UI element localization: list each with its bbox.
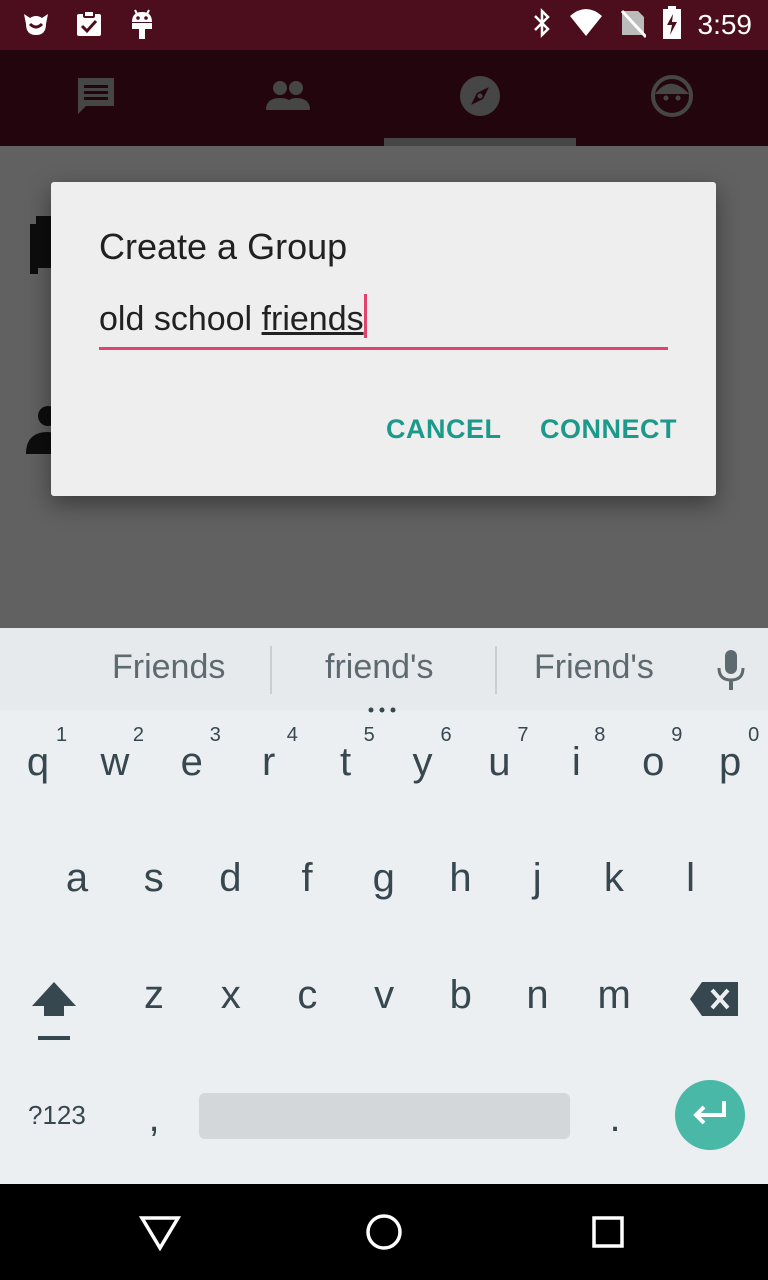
suggestion-divider — [495, 646, 497, 694]
dialog-title: Create a Group — [99, 226, 348, 267]
key-hint: 4 — [286, 724, 298, 746]
key-b[interactable]: b — [431, 973, 491, 1018]
key-a[interactable]: a — [47, 856, 107, 901]
key-j[interactable]: j — [507, 856, 567, 901]
key-d[interactable]: d — [200, 856, 260, 901]
key-hint: 6 — [440, 724, 452, 746]
key-n[interactable]: n — [508, 973, 568, 1018]
key-k[interactable]: k — [584, 856, 644, 901]
suggestion-3[interactable]: Friend's — [534, 648, 654, 687]
enter-icon — [690, 1099, 730, 1131]
no-sim-icon — [620, 7, 647, 43]
spacebar[interactable] — [199, 1093, 570, 1139]
wifi-icon — [568, 8, 604, 42]
comma-key[interactable]: , — [124, 1096, 184, 1141]
battery-charging-icon — [662, 6, 682, 44]
key-hint: 7 — [517, 724, 529, 746]
key-h[interactable]: h — [431, 856, 491, 901]
navigation-bar — [0, 1184, 768, 1280]
key-c[interactable]: c — [277, 973, 337, 1018]
symbols-key[interactable]: ?123 — [28, 1100, 86, 1131]
cat-notification-icon — [20, 8, 52, 44]
cancel-button[interactable]: CANCEL — [386, 414, 502, 445]
shift-icon[interactable] — [28, 978, 80, 1046]
clock: 3:59 — [697, 9, 753, 40]
recents-icon[interactable] — [590, 1214, 626, 1254]
microphone-icon[interactable] — [715, 648, 747, 696]
key-hint: 1 — [56, 724, 68, 746]
key-hint: 0 — [748, 724, 760, 746]
period-key[interactable]: . — [585, 1096, 645, 1141]
key-hint: 2 — [132, 724, 145, 746]
key-hint: 9 — [671, 724, 683, 746]
suggestion-divider — [270, 646, 272, 694]
key-z[interactable]: z — [124, 973, 184, 1018]
android-debug-icon — [128, 8, 156, 44]
home-icon[interactable] — [364, 1212, 404, 1256]
more-suggestions-dots — [367, 698, 397, 713]
key-v[interactable]: v — [354, 973, 414, 1018]
key-hint: 8 — [594, 724, 606, 746]
key-hint: 5 — [363, 724, 375, 746]
suggestion-1[interactable]: Friends — [112, 648, 225, 687]
key-s[interactable]: s — [124, 856, 184, 901]
key-x[interactable]: x — [201, 973, 261, 1018]
key-g[interactable]: g — [354, 856, 414, 901]
clipboard-check-icon — [74, 8, 106, 44]
group-name-input[interactable]: old school friends — [99, 294, 668, 350]
create-group-dialog: Create a Group old school friends CANCEL… — [51, 182, 716, 496]
suggestion-2[interactable]: friend's — [325, 648, 434, 687]
input-text: old school — [99, 300, 262, 338]
key-f[interactable]: f — [277, 856, 337, 901]
key-hint: 3 — [209, 724, 221, 746]
back-icon[interactable] — [138, 1212, 182, 1256]
text-cursor — [363, 294, 367, 338]
backspace-icon[interactable] — [688, 980, 740, 1022]
bluetooth-icon — [532, 7, 552, 43]
input-composing-text: friends — [261, 300, 364, 338]
key-l[interactable]: l — [661, 856, 721, 901]
key-m[interactable]: m — [584, 973, 644, 1018]
connect-button[interactable]: CONNECT — [540, 414, 677, 445]
enter-key[interactable] — [675, 1080, 745, 1150]
status-bar: 3:59 — [0, 0, 768, 50]
soft-keyboard: Friends friend's Friend's q1w2e3r4t5y6u7… — [0, 628, 768, 1184]
suggestion-strip: Friends friend's Friend's — [0, 628, 768, 713]
